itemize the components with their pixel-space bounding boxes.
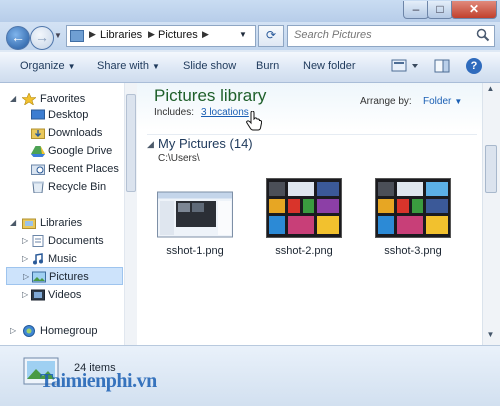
hand-cursor-icon xyxy=(246,111,262,131)
nav-label-libraries: Libraries xyxy=(40,217,83,229)
locations-link[interactable]: 3 locations xyxy=(201,107,249,118)
collapse-arrow-icon[interactable]: ▷ xyxy=(23,272,29,281)
nav-item-google-drive[interactable]: Google Drive xyxy=(0,142,124,160)
burn-button[interactable]: Burn xyxy=(256,60,279,72)
back-button[interactable]: ← xyxy=(6,26,30,50)
expand-arrow-icon[interactable]: ◢ xyxy=(10,218,16,227)
nav-scrollbar-thumb[interactable] xyxy=(126,94,136,192)
nav-item-downloads[interactable]: Downloads xyxy=(0,124,124,142)
homegroup-icon xyxy=(23,325,35,337)
change-view-icon[interactable] xyxy=(390,57,422,75)
recent-pages-dropdown-icon[interactable]: ▼ xyxy=(54,31,62,40)
breadcrumb-pictures[interactable]: Pictures xyxy=(158,29,198,41)
group-divider xyxy=(147,134,477,135)
search-box[interactable] xyxy=(287,25,495,47)
chevron-down-icon: ▼ xyxy=(67,62,76,71)
breadcrumb-separator-icon[interactable]: ▶ xyxy=(202,29,209,40)
arrange-by-value: Folder xyxy=(423,96,452,107)
libraries-icon xyxy=(22,218,36,229)
library-title: Pictures library xyxy=(154,86,267,105)
search-icon[interactable] xyxy=(476,28,490,42)
nav-label-downloads: Downloads xyxy=(48,127,103,139)
nav-item-homegroup[interactable]: ▷ Homegroup xyxy=(0,322,124,340)
videos-icon xyxy=(31,289,45,301)
new-folder-button[interactable]: New folder xyxy=(303,60,356,72)
preview-pane-icon[interactable] xyxy=(434,58,450,74)
chevron-down-icon: ▼ xyxy=(151,62,160,71)
includes-label: Includes: xyxy=(154,107,195,118)
slide-show-button[interactable]: Slide show xyxy=(183,60,236,72)
nav-item-music[interactable]: ▷ Music xyxy=(0,250,124,268)
organize-label: Organize xyxy=(20,60,65,72)
minimize-button[interactable]: – xyxy=(403,1,429,19)
nav-item-pictures[interactable]: ▷ Pictures xyxy=(6,267,123,285)
music-icon xyxy=(33,253,43,265)
collapse-arrow-icon[interactable]: ▷ xyxy=(22,290,28,299)
group-collapse-icon[interactable]: ◢ xyxy=(147,139,154,150)
nav-label-recycle-bin: Recycle Bin xyxy=(48,181,107,193)
nav-label-music: Music xyxy=(48,253,77,265)
share-with-label: Share with xyxy=(97,60,149,72)
expand-arrow-icon[interactable]: ◢ xyxy=(10,94,16,103)
nav-label-favorites: Favorites xyxy=(40,93,86,105)
share-with-button[interactable]: Share with ▼ xyxy=(97,60,160,72)
star-icon xyxy=(22,93,36,105)
forward-button[interactable]: → xyxy=(30,26,54,50)
nav-label-desktop: Desktop xyxy=(48,109,89,121)
file-thumbnail-2[interactable] xyxy=(266,178,342,238)
nav-label-recent-places: Recent Places xyxy=(48,163,119,175)
nav-item-recycle-bin[interactable]: Recycle Bin xyxy=(0,178,124,196)
refresh-button[interactable]: ⟳ xyxy=(258,25,284,47)
group-title[interactable]: My Pictures (14) xyxy=(158,136,253,151)
nav-item-recent-places[interactable]: Recent Places xyxy=(0,160,124,178)
nav-label-homegroup: Homegroup xyxy=(40,325,98,337)
scroll-down-icon[interactable]: ▼ xyxy=(482,330,499,344)
arrange-by-label: Arrange by: xyxy=(360,96,412,107)
collapse-arrow-icon[interactable]: ▷ xyxy=(22,254,28,263)
file-name-3[interactable]: sshot-3.png xyxy=(365,245,461,257)
google-drive-icon xyxy=(31,146,45,157)
breadcrumb-separator-icon[interactable]: ▶ xyxy=(148,29,155,40)
chevron-down-icon: ▼ xyxy=(454,97,463,106)
library-folder-icon xyxy=(70,30,84,42)
nav-item-desktop[interactable]: Desktop xyxy=(0,106,124,124)
close-button[interactable]: ✕ xyxy=(451,1,497,19)
collapse-arrow-icon[interactable]: ▷ xyxy=(22,236,28,245)
maximize-button[interactable]: □ xyxy=(427,1,453,19)
nav-item-documents[interactable]: ▷ Documents xyxy=(0,232,124,250)
file-name-1[interactable]: sshot-1.png xyxy=(147,245,243,257)
recycle-bin-icon xyxy=(32,181,44,193)
documents-icon xyxy=(32,235,44,247)
pictures-icon xyxy=(32,271,46,283)
arrange-by-dropdown[interactable]: Folder ▼ xyxy=(423,96,462,107)
content-scrollbar-thumb[interactable] xyxy=(485,145,497,193)
nav-item-videos[interactable]: ▷ Videos xyxy=(0,286,124,304)
desktop-icon xyxy=(31,109,45,120)
scroll-up-icon[interactable]: ▲ xyxy=(482,84,499,98)
nav-label-documents: Documents xyxy=(48,235,104,247)
watermark-text: Taimienphi.vn xyxy=(40,370,157,392)
nav-item-libraries[interactable]: ◢ Libraries xyxy=(0,214,124,232)
search-input[interactable] xyxy=(294,29,464,41)
breadcrumb-libraries[interactable]: Libraries xyxy=(100,29,142,41)
group-path: C:\Users\ xyxy=(158,153,200,164)
address-dropdown-icon[interactable]: ▼ xyxy=(232,25,254,45)
file-thumbnail-3[interactable] xyxy=(375,178,451,238)
address-bar[interactable]: ▶ Libraries ▶ Pictures ▶ xyxy=(66,25,256,47)
nav-label-pictures: Pictures xyxy=(49,271,89,283)
content-scrollbar[interactable] xyxy=(482,83,500,345)
nav-label-google-drive: Google Drive xyxy=(48,145,113,157)
file-thumbnail-1[interactable] xyxy=(157,178,233,238)
help-button[interactable]: ? xyxy=(466,58,482,74)
organize-button[interactable]: Organize ▼ xyxy=(20,60,76,72)
recent-places-icon xyxy=(31,164,45,175)
breadcrumb-separator-icon[interactable]: ▶ xyxy=(89,29,96,40)
collapse-arrow-icon[interactable]: ▷ xyxy=(10,326,16,335)
nav-label-videos: Videos xyxy=(48,289,82,301)
downloads-folder-icon xyxy=(31,128,45,139)
file-name-2[interactable]: sshot-2.png xyxy=(256,245,352,257)
